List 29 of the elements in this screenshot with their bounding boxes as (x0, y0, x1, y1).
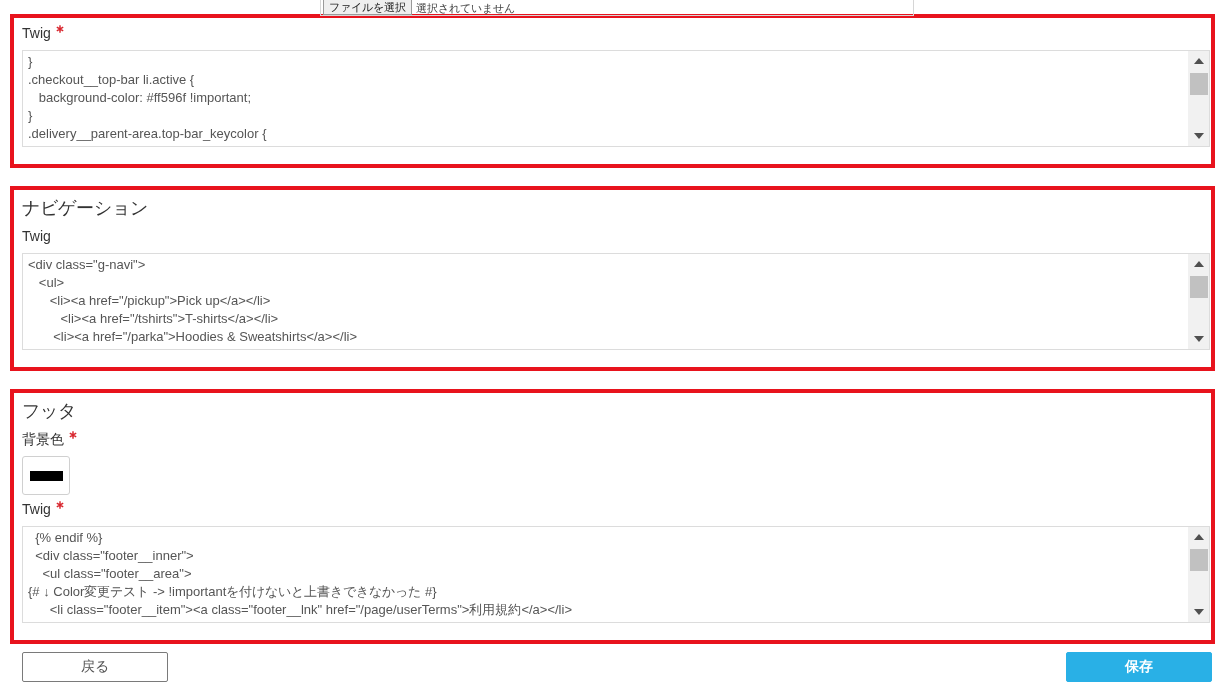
color-picker[interactable] (22, 456, 70, 495)
file-input[interactable]: ファイルを選択 選択されていません (320, 0, 914, 16)
choose-file-button[interactable]: ファイルを選択 (323, 0, 412, 15)
scrollbar-thumb[interactable] (1189, 276, 1208, 298)
scrollbar[interactable] (1188, 254, 1209, 349)
scroll-down-arrow-icon[interactable] (1193, 609, 1204, 615)
code-text: <div class="g-navi"> <ul> <li><a href="/pickup">Pick up</a></li> <li><a href="/tshirts">T-shirts</a></li> <li><a href="/parka">Hoodies & Sweatshirts</a></li> (27, 256, 358, 346)
code-text: {% endif %} <div class="footer__inner"> <ul class="footer__area"> {# ↓ Color変更テスト -> !importantを付けないと上書きできなかった #} <li class="footer__item"><a class="footer__lnk" href="/page/userTerms">利用規約</a></li> (27, 529, 573, 619)
scroll-up-arrow-icon[interactable] (1193, 58, 1204, 64)
code-textarea[interactable]: <div class="g-navi"> <ul> <li><a href="/pickup">Pick up</a></li> <li><a href="/tshirts">T-shirts</a></li> <li><a href="/parka">Hoodies & Sweatshirts</a></li> (22, 253, 1210, 350)
scrollbar[interactable] (1188, 527, 1209, 622)
section-heading: フッタ (22, 400, 77, 423)
field-label: Twig (22, 227, 51, 246)
back-button[interactable]: 戻る (22, 652, 168, 682)
code-textarea[interactable]: {% endif %} <div class="footer__inner"> <ul class="footer__area"> {# ↓ Color変更テスト -> !importantを付けないと上書きできなかった #} <li class="footer__item"><a class="footer__lnk" href="/page/userTerms">利用規約</a></li> (22, 526, 1210, 623)
field-label: Twig (22, 500, 51, 519)
code-textarea[interactable]: } .checkout__top-bar li.active { background-color: #ff596f !important; } .delivery__parent-area.top-bar_keycolor { (22, 50, 1210, 147)
scroll-down-arrow-icon[interactable] (1193, 336, 1204, 342)
scroll-up-arrow-icon[interactable] (1193, 534, 1204, 540)
scroll-up-arrow-icon[interactable] (1193, 261, 1204, 267)
scroll-down-arrow-icon[interactable] (1193, 133, 1204, 139)
file-status-text: 選択されていません (416, 0, 515, 15)
field-label: Twig (22, 24, 51, 43)
code-text: } .checkout__top-bar li.active { background-color: #ff596f !important; } .delivery__parent-area.top-bar_keycolor { (27, 53, 268, 143)
scrollbar[interactable] (1188, 51, 1209, 146)
section-heading: ナビゲーション (22, 197, 149, 220)
field-label: 背景色 (22, 430, 64, 449)
scrollbar-thumb[interactable] (1189, 73, 1208, 95)
scrollbar-thumb[interactable] (1189, 549, 1208, 571)
